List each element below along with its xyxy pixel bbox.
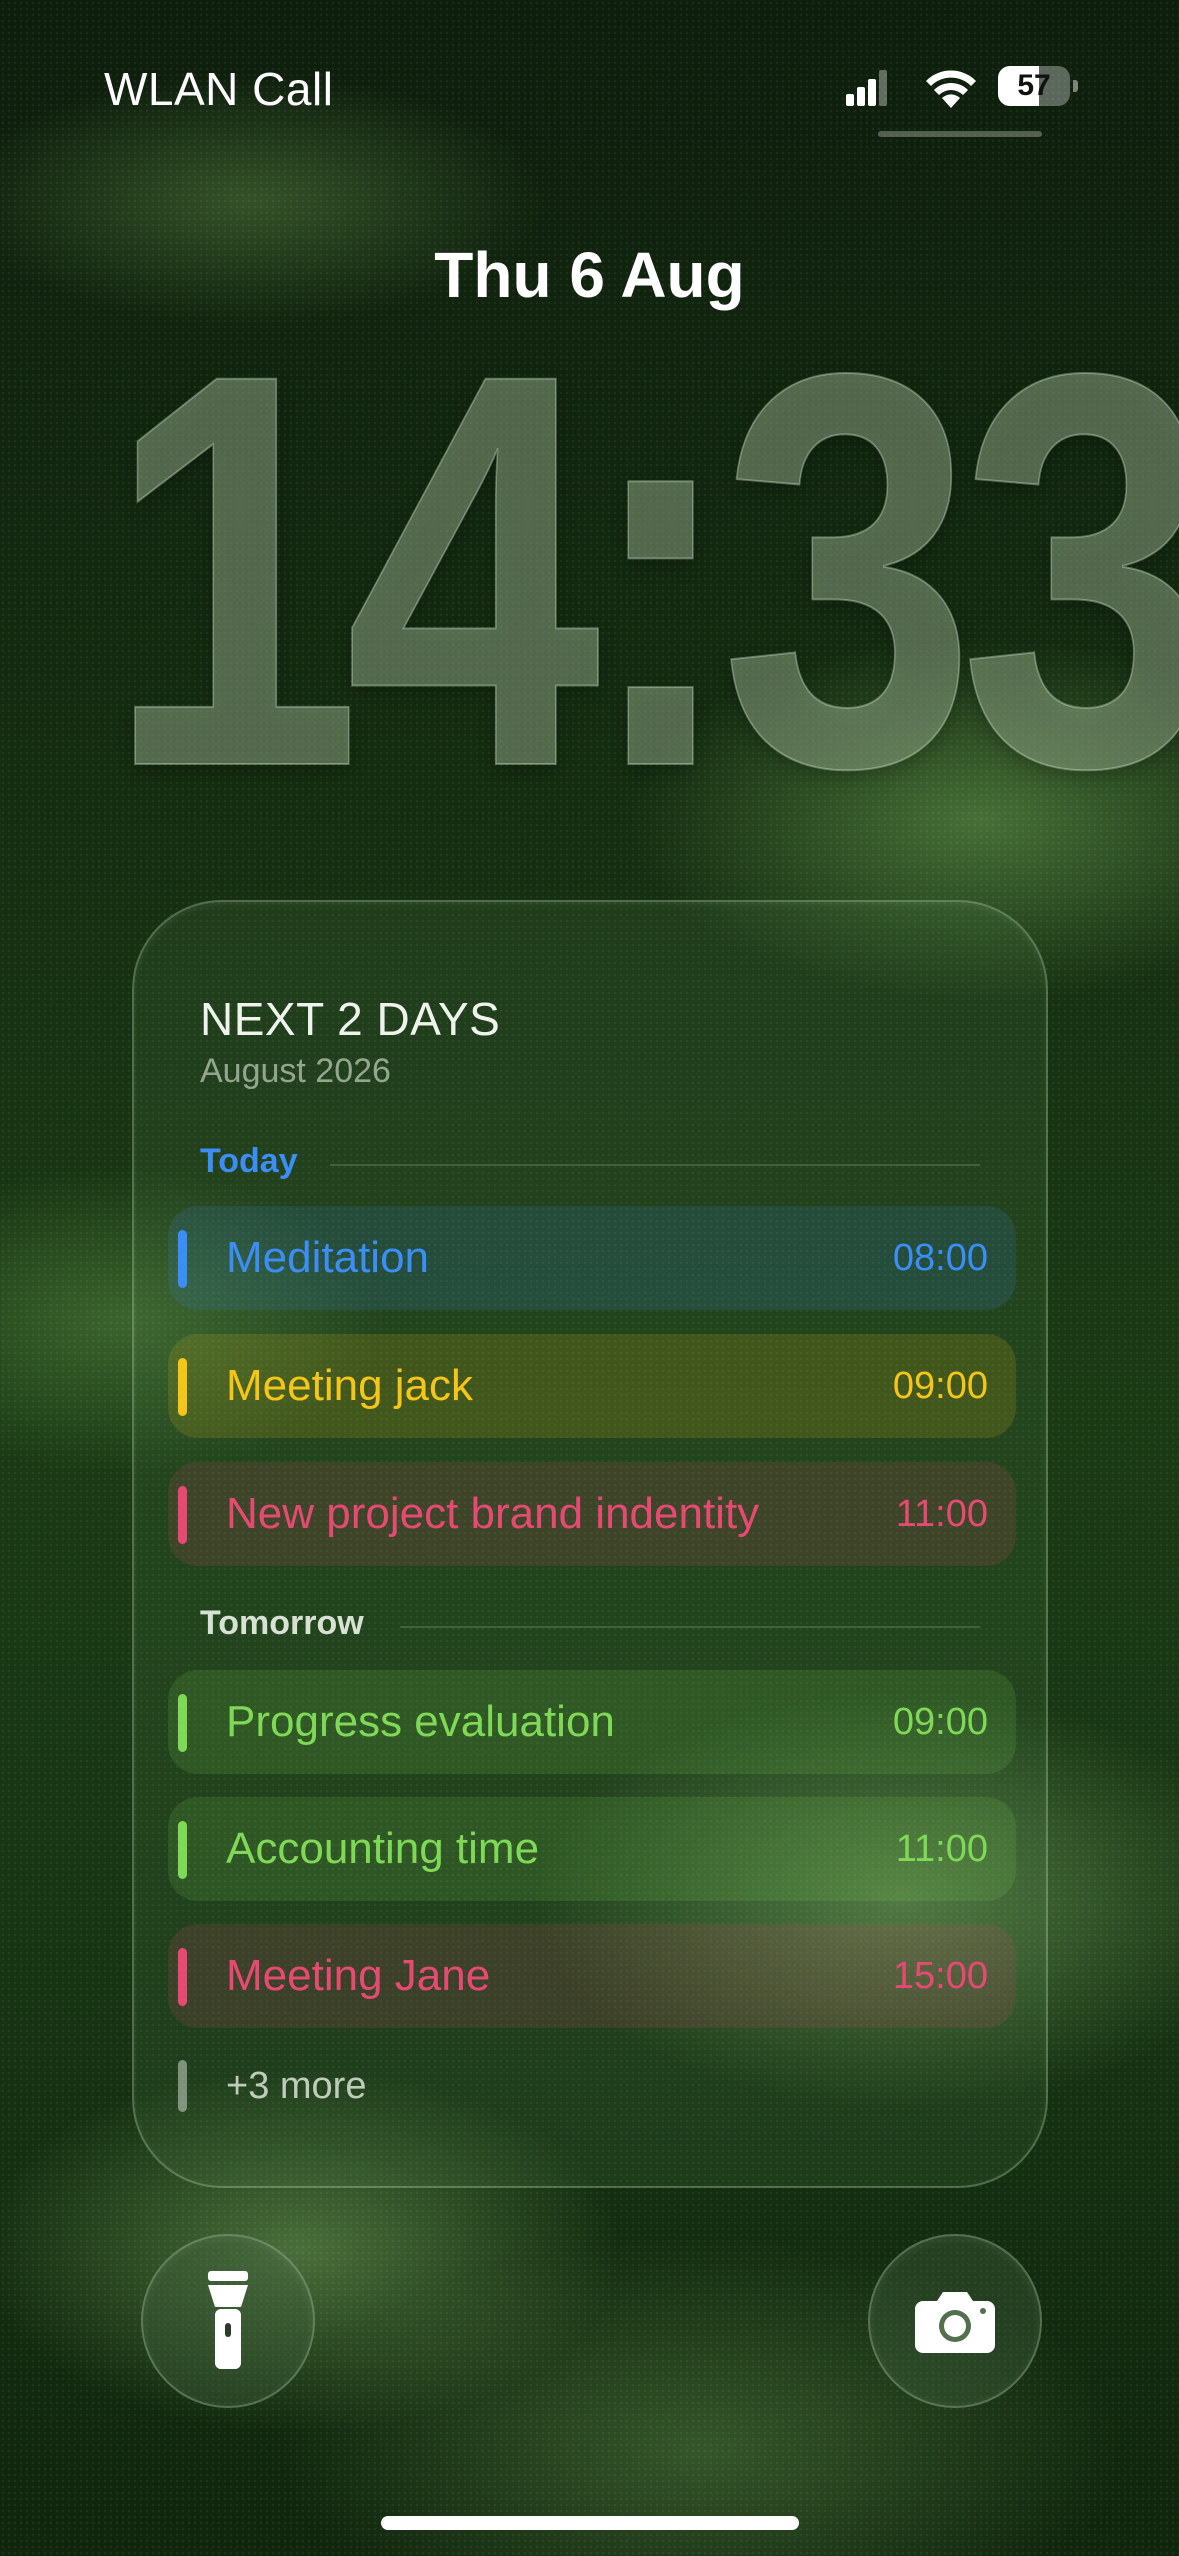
event-color-bar (178, 1821, 187, 1879)
event-time: 11:00 (895, 1493, 988, 1535)
event-title: Progress evaluation (226, 1697, 615, 1746)
camera-button[interactable] (868, 2234, 1042, 2408)
battery-icon: 57 (998, 66, 1080, 106)
more-events[interactable]: +3 more (168, 2046, 668, 2126)
event-row[interactable]: Meditation 08:00 (168, 1206, 1016, 1310)
event-row[interactable]: Meeting jack 09:00 (168, 1334, 1016, 1438)
event-row[interactable]: Progress evaluation 09:00 (168, 1670, 1016, 1774)
section-tomorrow: Tomorrow (200, 1604, 980, 1644)
flashlight-icon (208, 2271, 248, 2369)
section-divider (400, 1626, 980, 1628)
event-title: Meditation (226, 1233, 430, 1282)
section-divider (330, 1164, 980, 1166)
event-time: 09:00 (892, 1701, 988, 1743)
event-title: New project brand indentity (226, 1489, 760, 1538)
section-label: Today (200, 1142, 298, 1180)
wifi-icon (926, 70, 976, 108)
event-time: 09:00 (892, 1365, 988, 1407)
calendar-widget[interactable]: NEXT 2 DAYS August 2026 Today Meditation… (132, 900, 1048, 2188)
event-time: 08:00 (892, 1237, 988, 1279)
event-color-bar (178, 1486, 187, 1544)
event-color-bar (178, 1230, 187, 1288)
event-title: Meeting jack (226, 1361, 474, 1410)
status-bar: WLAN Call 57 (0, 0, 1179, 150)
event-row[interactable]: Meeting Jane 15:00 (168, 1924, 1016, 2028)
carrier-label: WLAN Call (104, 63, 334, 115)
event-time: 15:00 (892, 1955, 988, 1997)
widget-title: NEXT 2 DAYS (200, 993, 501, 1045)
more-events-label: +3 more (226, 2065, 367, 2107)
cellular-signal-icon (846, 70, 887, 106)
widget-subtitle: August 2026 (200, 1052, 391, 1090)
event-time: 11:00 (895, 1828, 988, 1870)
event-color-bar (178, 2060, 187, 2112)
event-row[interactable]: Accounting time 11:00 (168, 1797, 1016, 1901)
event-title: Meeting Jane (226, 1951, 491, 2000)
home-indicator[interactable] (381, 2516, 799, 2530)
flashlight-button[interactable] (141, 2234, 315, 2408)
battery-percent: 57 (1017, 69, 1051, 102)
event-color-bar (178, 1358, 187, 1416)
status-indicator-bar (878, 131, 1042, 137)
section-today: Today (200, 1142, 980, 1182)
event-color-bar (178, 1948, 187, 2006)
section-label: Tomorrow (200, 1604, 364, 1642)
lock-time: 14:33 (105, 257, 1179, 883)
camera-icon (915, 2292, 995, 2353)
event-title: Accounting time (226, 1824, 540, 1873)
event-color-bar (178, 1694, 187, 1752)
event-row[interactable]: New project brand indentity 11:00 (168, 1462, 1016, 1566)
